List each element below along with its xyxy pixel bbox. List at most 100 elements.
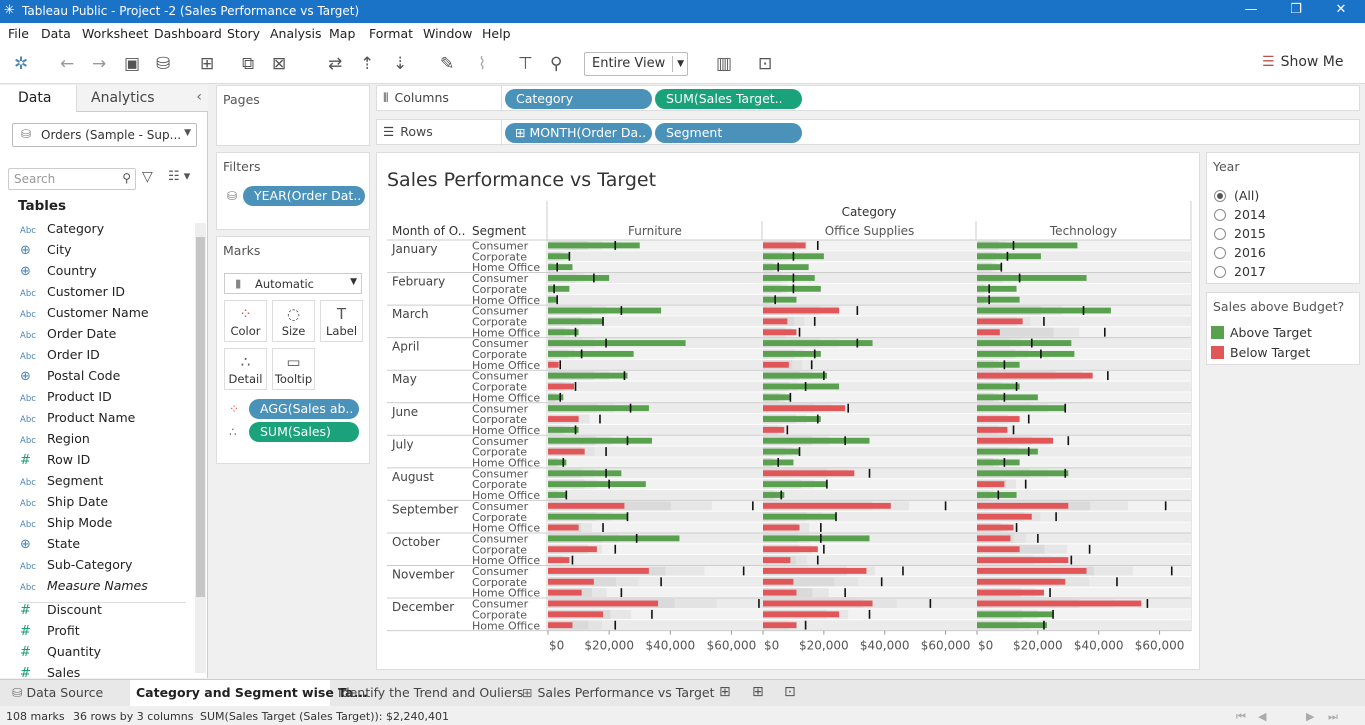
scrollbar[interactable] — [195, 223, 206, 673]
tab-dashboard-sales-performance[interactable]: ⊞ Sales Performance vs Target — [516, 680, 714, 706]
clear-sheet-icon[interactable]: ⊠ — [272, 54, 286, 74]
columns-shelf[interactable]: ⦀ Columns Category SUM(Sales Target.. — [376, 85, 1360, 112]
year-option-2017[interactable]: 2017 — [1214, 264, 1266, 279]
legend-item-above[interactable]: Above Target — [1211, 325, 1312, 340]
nav-last-icon[interactable]: ⏭ — [1328, 710, 1338, 724]
marks-pill-color[interactable]: AGG(Sales ab.. — [249, 399, 359, 419]
highlight-icon[interactable]: ✎ — [440, 54, 454, 74]
pin-icon[interactable]: ⚲ — [550, 54, 562, 74]
field-item[interactable]: Abc Customer Name — [20, 305, 149, 325]
legend-item-below[interactable]: Below Target — [1211, 345, 1310, 360]
minimize-icon[interactable]: — — [1236, 2, 1266, 17]
field-item[interactable]: ⊕ Country — [20, 263, 97, 283]
field-item[interactable]: ⊕ State — [20, 536, 80, 556]
detail-button[interactable]: ∴ Detail — [224, 348, 267, 390]
maximize-icon[interactable]: ❐ — [1281, 2, 1311, 17]
columns-pill-category[interactable]: Category — [505, 89, 652, 109]
filters-card[interactable]: Filters ⛁ YEAR(Order Dat.. — [216, 152, 370, 230]
new-worksheet-icon[interactable]: ⊞ — [200, 54, 214, 74]
columns-pill-sales-target[interactable]: SUM(Sales Target.. — [655, 89, 802, 109]
field-item[interactable]: Abc Segment — [20, 473, 103, 493]
tableau-home-icon[interactable]: ✲ — [14, 54, 28, 74]
field-item[interactable]: Abc Customer ID — [20, 284, 125, 304]
group-icon[interactable]: ⌇ — [478, 54, 486, 74]
sort-descending-icon[interactable]: ⇣ — [393, 54, 407, 74]
show-me-button[interactable]: ☰ Show Me — [1262, 54, 1343, 70]
marks-pill-size[interactable]: SUM(Sales) — [249, 422, 359, 442]
field-item[interactable]: Abc Sub-Category — [20, 557, 132, 577]
menu-worksheet[interactable]: Worksheet — [82, 26, 148, 41]
close-icon[interactable]: ✕ — [1326, 2, 1356, 17]
year-option-2015[interactable]: 2015 — [1214, 226, 1266, 241]
fit-dropdown[interactable]: Entire View ▼ — [584, 52, 688, 76]
menu-data[interactable]: Data — [41, 26, 71, 41]
year-option-2014[interactable]: 2014 — [1214, 207, 1266, 222]
size-button[interactable]: ◌ Size — [272, 300, 315, 342]
color-icon: ⁘ — [239, 305, 252, 323]
tooltip-button[interactable]: ▭ Tooltip — [272, 348, 315, 390]
scrollbar-thumb[interactable] — [196, 237, 205, 597]
menu-analysis[interactable]: Analysis — [270, 26, 322, 41]
year-option-2016[interactable]: 2016 — [1214, 245, 1266, 260]
show-labels-icon[interactable]: ⊤ — [518, 54, 533, 74]
new-worksheet-icon[interactable]: ⊞ — [719, 684, 731, 700]
filter-icon[interactable]: ▽ — [142, 169, 153, 185]
menu-file[interactable]: File — [8, 26, 29, 41]
tab-data[interactable]: Data — [0, 85, 76, 112]
redo-icon[interactable]: → — [92, 54, 106, 74]
new-dashboard-icon[interactable]: ⊞ — [752, 684, 764, 700]
nav-first-icon[interactable]: ⏮ — [1236, 710, 1246, 724]
filter-pill-year[interactable]: YEAR(Order Dat.. — [243, 186, 365, 206]
sales-bar — [977, 329, 1000, 336]
year-option-all[interactable]: (All) — [1214, 188, 1259, 203]
color-button[interactable]: ⁘ Color — [224, 300, 267, 342]
field-item[interactable]: Abc Order Date — [20, 326, 116, 346]
field-item[interactable]: # Profit — [20, 623, 80, 643]
save-icon[interactable]: ▣ — [124, 54, 140, 74]
field-item[interactable]: Abc Product ID — [20, 389, 112, 409]
mark-type-dropdown[interactable]: ▮ Automatic ▼ — [224, 273, 362, 294]
nav-prev-icon[interactable]: ◀ — [1258, 710, 1266, 723]
swap-icon[interactable]: ⇄ — [328, 54, 342, 74]
field-item[interactable]: Abc Region — [20, 431, 90, 451]
rows-shelf[interactable]: ☰ Rows ⊞ MONTH(Order Da.. Segment — [376, 119, 1360, 146]
field-item[interactable]: Abc Order ID — [20, 347, 100, 367]
new-datasource-icon[interactable]: ⛁ — [156, 54, 170, 74]
collapse-icon[interactable]: ‹ — [196, 89, 202, 105]
menu-help[interactable]: Help — [482, 26, 511, 41]
rows-pill-segment[interactable]: Segment — [655, 123, 802, 143]
sheet-tabs-bar: ⛁ Data Source Category and Segment wise T… — [0, 679, 1365, 706]
pages-card[interactable]: Pages — [216, 85, 370, 146]
field-item[interactable]: # Quantity — [20, 644, 101, 664]
show-cards-icon[interactable]: ▥ — [716, 54, 732, 74]
menu-format[interactable]: Format — [369, 26, 413, 41]
search-input[interactable]: Search ⚲ — [8, 168, 136, 190]
tab-sheet-trend-outliers[interactable]: Identify the Trend and Ouliers — [332, 680, 523, 706]
menu-window[interactable]: Window — [423, 26, 472, 41]
nav-next-icon[interactable]: ▶ — [1306, 710, 1314, 723]
menu-dashboard[interactable]: Dashboard — [154, 26, 222, 41]
undo-icon[interactable]: ← — [60, 54, 74, 74]
field-item[interactable]: # Discount — [20, 602, 102, 622]
field-item[interactable]: Abc Ship Mode — [20, 515, 112, 535]
duplicate-icon[interactable]: ⧉ — [242, 54, 254, 74]
field-item[interactable]: Abc Measure Names — [20, 578, 148, 598]
field-item[interactable]: Abc Ship Date — [20, 494, 108, 514]
new-story-icon[interactable]: ⊡ — [784, 684, 796, 700]
tab-analytics[interactable]: Analytics ‹ — [76, 85, 208, 112]
tab-data-source[interactable]: ⛁ Data Source — [6, 680, 126, 706]
field-item[interactable]: # Row ID — [20, 452, 90, 472]
presentation-icon[interactable]: ⊡ — [758, 54, 772, 74]
tab-sheet-category-segment[interactable]: Category and Segment wise Ta... — [130, 680, 368, 706]
view-list-icon[interactable]: ☷ ▾ — [168, 169, 190, 184]
field-item[interactable]: Abc Category — [20, 221, 104, 241]
menu-story[interactable]: Story — [227, 26, 260, 41]
datasource-dropdown[interactable]: ⛁ Orders (Sample - Sup... ▼ — [12, 123, 197, 147]
label-button[interactable]: T Label — [320, 300, 363, 342]
menu-map[interactable]: Map — [329, 26, 355, 41]
field-item[interactable]: Abc Product Name — [20, 410, 135, 430]
field-item[interactable]: ⊕ Postal Code — [20, 368, 120, 388]
sort-ascending-icon[interactable]: ⇡ — [360, 54, 374, 74]
rows-pill-month[interactable]: ⊞ MONTH(Order Da.. — [505, 123, 652, 143]
field-item[interactable]: ⊕ City — [20, 242, 72, 262]
